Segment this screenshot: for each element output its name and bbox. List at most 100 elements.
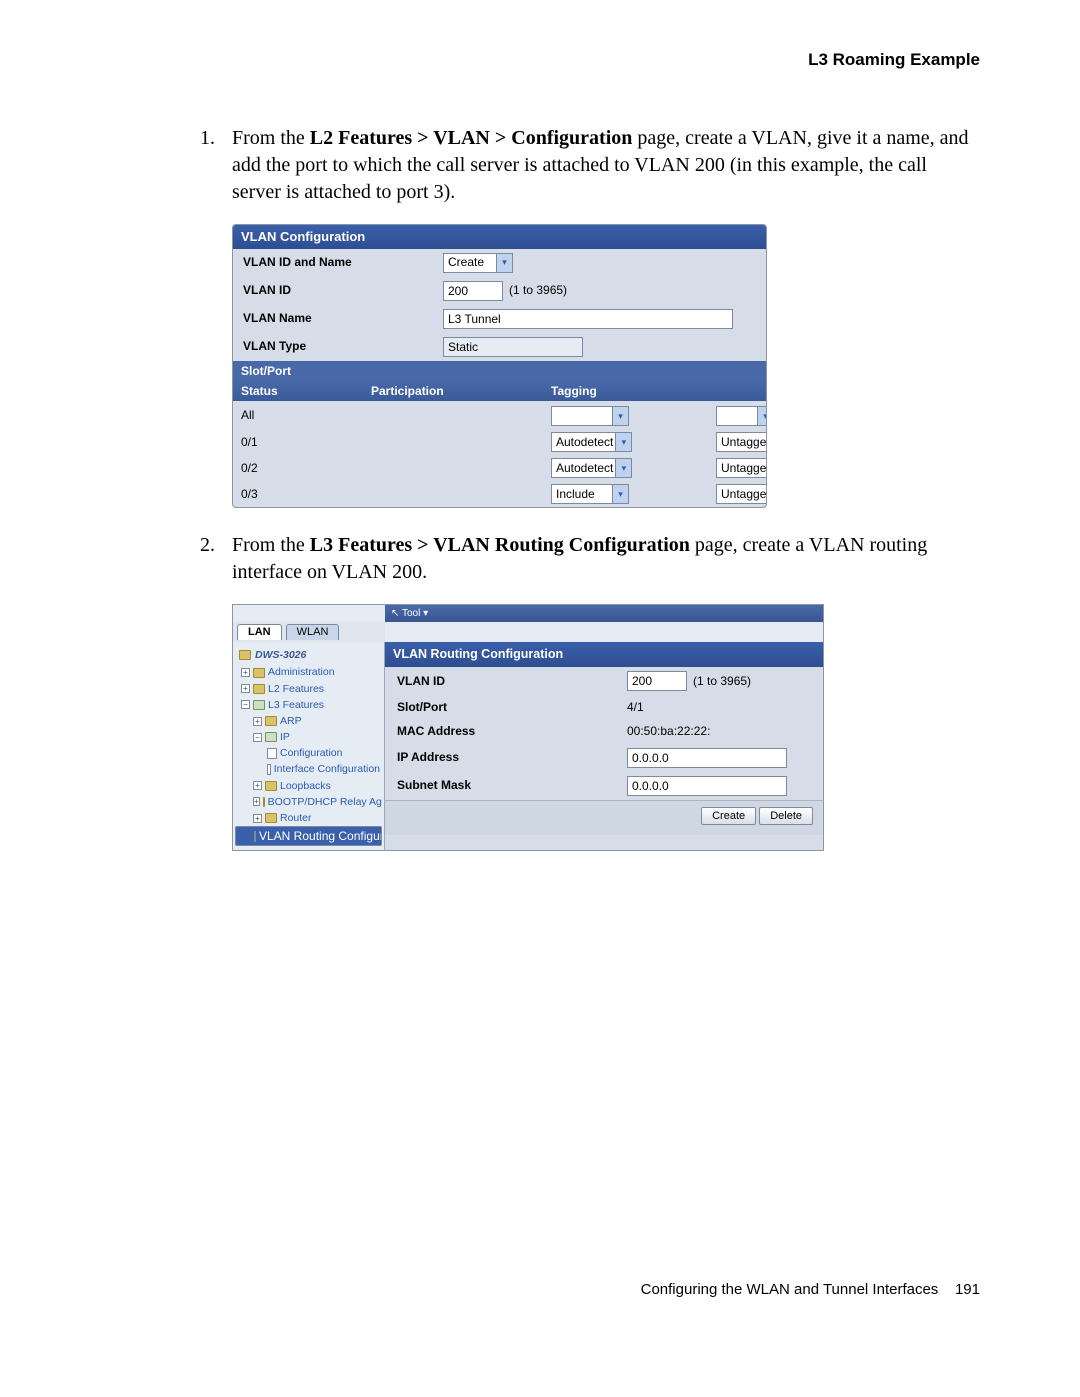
nav-label: ARP	[280, 714, 302, 728]
table-row: 0/3 Include ▾ Untagged▾	[233, 481, 766, 507]
nav-bootp[interactable]: + BOOTP/DHCP Relay Agent	[235, 794, 382, 810]
vlan-name-input[interactable]	[443, 309, 733, 329]
vlanid-input[interactable]	[627, 671, 687, 691]
participation-select[interactable]: Autodetect▾	[551, 432, 632, 452]
vlan-id-label: VLAN ID	[243, 282, 443, 298]
participation-select-all[interactable]: ▾	[551, 406, 629, 426]
nav-label: Configuration	[280, 746, 342, 760]
vlan-config-title: VLAN Configuration	[233, 225, 766, 249]
nav-label: IP	[280, 730, 290, 744]
mac-label: MAC Address	[397, 723, 627, 739]
table-row: All ▾ ▾	[233, 401, 766, 429]
plus-icon: +	[253, 717, 262, 726]
nav-configuration[interactable]: Configuration	[235, 745, 382, 761]
nav-loopbacks[interactable]: +Loopbacks	[235, 778, 382, 794]
mask-label: Subnet Mask	[397, 777, 627, 793]
page-number: 191	[955, 1281, 980, 1298]
participation-select[interactable]: Include ▾	[551, 484, 629, 504]
folder-icon	[265, 813, 277, 823]
vlan-idname-select[interactable]: Create ▾	[443, 253, 513, 273]
slotport-label2: Slot/Port	[397, 699, 627, 715]
create-button[interactable]: Create	[701, 807, 756, 826]
port-all: All	[233, 406, 363, 424]
plus-icon: +	[241, 684, 250, 693]
chevron-down-icon: ▾	[615, 433, 631, 451]
toolbar[interactable]: ↖ Tool ▾	[385, 605, 823, 623]
mask-input[interactable]	[627, 776, 787, 796]
tagging-value: Untagged	[721, 434, 767, 450]
plus-icon: +	[253, 781, 262, 790]
footer-text: Configuring the WLAN and Tunnel Interfac…	[641, 1281, 939, 1298]
tagging-select-all[interactable]: ▾	[716, 406, 767, 426]
doc-icon	[267, 764, 271, 775]
vlan-routing-panel: ↖ Tool ▾ LAN WLAN	[232, 604, 824, 851]
tab-wlan[interactable]: WLAN	[286, 624, 340, 640]
table-row: 0/2 Autodetect▾ Untagged▾	[233, 455, 766, 481]
nav-vlan-routing[interactable]: VLAN Routing Configurati	[235, 826, 382, 846]
nav-l2[interactable]: + L2 Features	[235, 681, 382, 697]
tagging-select[interactable]: Untagged▾	[716, 484, 767, 504]
plus-icon: +	[253, 797, 260, 806]
vlan-name-label: VLAN Name	[243, 310, 443, 326]
tab-bar: LAN WLAN	[233, 622, 385, 642]
folder-icon	[253, 668, 265, 678]
vlanid-label: VLAN ID	[397, 673, 627, 689]
vlan-type-value	[443, 337, 583, 357]
tool-menu[interactable]: Tool ▾	[402, 608, 428, 619]
step-1-text-a: From the	[232, 127, 310, 149]
folder-icon	[265, 781, 277, 791]
nav-interface-config[interactable]: Interface Configuration	[235, 761, 382, 777]
nav-ip[interactable]: − IP	[235, 729, 382, 745]
vlan-idname-label: VLAN ID and Name	[243, 254, 443, 270]
ip-input[interactable]	[627, 748, 787, 768]
nav-label: Router	[280, 811, 312, 825]
folder-icon	[253, 684, 265, 694]
table-row: 0/1 Autodetect▾ Untagged▾	[233, 429, 766, 455]
tab-lan[interactable]: LAN	[237, 624, 282, 640]
delete-button[interactable]: Delete	[759, 807, 813, 826]
slotport-value: 4/1	[627, 699, 644, 715]
device-icon	[239, 650, 251, 660]
routing-title: VLAN Routing Configuration	[385, 642, 823, 667]
folder-open-icon	[265, 732, 277, 742]
ip-label: IP Address	[397, 749, 627, 765]
tagging-select[interactable]: Untagged▾	[716, 458, 767, 478]
nav-arp[interactable]: + ARP	[235, 713, 382, 729]
nav-admin[interactable]: +Administration	[235, 664, 382, 680]
step-1-bold: L2 Features > VLAN > Configuration	[310, 127, 633, 149]
page-header: L3 Roaming Example	[100, 50, 980, 70]
chevron-down-icon: ▾	[612, 485, 628, 503]
chevron-down-icon: ▾	[496, 254, 512, 272]
chevron-down-icon: ▾	[757, 407, 767, 425]
step-2: From the L3 Features > VLAN Routing Conf…	[220, 532, 980, 851]
chevron-down-icon: ▾	[615, 459, 631, 477]
tagging-value: Untagged	[721, 486, 767, 502]
nav-tree: DWS-3026 +Administration +L2 Features −L…	[233, 642, 385, 850]
vlan-id-input[interactable]	[443, 281, 503, 301]
participation-select[interactable]: Autodetect▾	[551, 458, 632, 478]
plus-icon: +	[241, 668, 250, 677]
nav-label: BOOTP/DHCP Relay Agent	[268, 795, 382, 809]
participation-value: Autodetect	[556, 460, 613, 476]
nav-l3[interactable]: −L3 Features	[235, 697, 382, 713]
participation-value: Autodetect	[556, 434, 613, 450]
doc-icon	[254, 831, 256, 842]
slotport-label: Slot/Port	[233, 361, 766, 381]
port-01: 0/1	[233, 433, 363, 451]
nav-label: L2 Features	[268, 682, 324, 696]
port-03: 0/3	[233, 485, 363, 503]
col-tagging: Tagging	[543, 381, 708, 401]
participation-value: Include	[556, 486, 595, 502]
folder-open-icon	[253, 700, 265, 710]
nav-router[interactable]: + Router	[235, 810, 382, 826]
vlan-id-hint: (1 to 3965)	[509, 282, 567, 298]
tagging-select[interactable]: Untagged▾	[716, 432, 767, 452]
vlan-type-label: VLAN Type	[243, 338, 443, 354]
folder-icon	[265, 716, 277, 726]
chevron-down-icon: ▾	[612, 407, 628, 425]
plus-icon: +	[253, 814, 262, 823]
col-status: Status	[233, 381, 363, 401]
page-footer: Configuring the WLAN and Tunnel Interfac…	[100, 1281, 980, 1298]
minus-icon: −	[253, 733, 262, 742]
vlan-config-panel: VLAN Configuration VLAN ID and Name Crea…	[232, 224, 767, 508]
